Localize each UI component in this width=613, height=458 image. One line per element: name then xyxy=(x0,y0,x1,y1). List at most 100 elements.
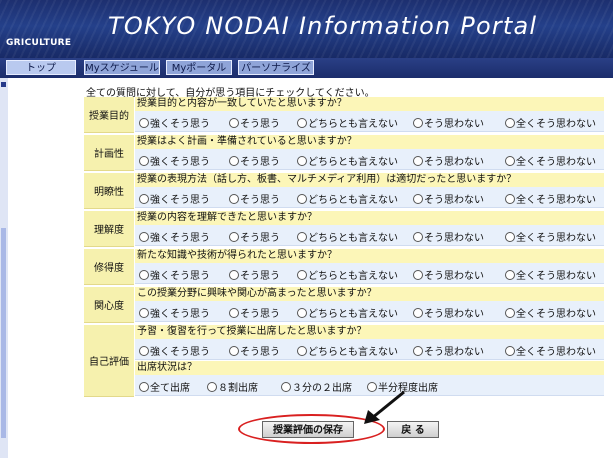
radio-icon[interactable] xyxy=(229,155,239,166)
radio-icon[interactable] xyxy=(281,381,291,392)
radio-icon[interactable] xyxy=(229,269,239,280)
radio-icon[interactable] xyxy=(505,307,515,318)
radio-icon[interactable] xyxy=(413,193,423,204)
radio-icon[interactable] xyxy=(139,381,149,392)
radio-option[interactable]: ３分の２出席 xyxy=(281,379,352,394)
radio-option[interactable]: どちらとも言えない xyxy=(297,267,398,282)
radio-option[interactable]: 全て出席 xyxy=(139,379,190,394)
radio-option[interactable]: どちらとも言えない xyxy=(297,305,398,320)
radio-option[interactable]: ８割出席 xyxy=(207,379,258,394)
scrollbar[interactable] xyxy=(1,228,6,438)
radio-option[interactable]: そう思う xyxy=(229,305,280,320)
radio-icon[interactable] xyxy=(229,117,239,128)
radio-icon[interactable] xyxy=(139,231,149,242)
radio-icon[interactable] xyxy=(229,231,239,242)
radio-icon[interactable] xyxy=(297,117,307,128)
radio-icon[interactable] xyxy=(229,193,239,204)
banner-left-text: GRICULTURE xyxy=(6,38,72,48)
answer-options: 強くそう思う そう思う どちらとも言えない そう思わない 全くそう思わない xyxy=(135,339,604,360)
radio-icon[interactable] xyxy=(139,307,149,318)
radio-option[interactable]: そう思う xyxy=(229,115,280,130)
radio-option[interactable]: そう思わない xyxy=(413,153,484,168)
radio-icon[interactable] xyxy=(297,155,307,166)
radio-option[interactable]: どちらとも言えない xyxy=(297,229,398,244)
radio-icon[interactable] xyxy=(297,307,307,318)
radio-icon[interactable] xyxy=(297,269,307,280)
answer-options: 強くそう思う そう思う どちらとも言えない そう思わない 全くそう思わない xyxy=(135,263,604,284)
sidebar-marker-icon xyxy=(1,82,6,87)
radio-option[interactable]: 全くそう思わない xyxy=(505,115,596,130)
radio-option[interactable]: そう思う xyxy=(229,229,280,244)
radio-icon[interactable] xyxy=(505,345,515,356)
radio-icon[interactable] xyxy=(229,307,239,318)
pointer-arrow-icon xyxy=(364,390,405,424)
radio-icon[interactable] xyxy=(139,155,149,166)
radio-option[interactable]: 強くそう思う xyxy=(139,267,210,282)
radio-option[interactable]: 全くそう思わない xyxy=(505,153,596,168)
attendance-question-text: 出席状況は？ xyxy=(135,361,604,375)
radio-icon[interactable] xyxy=(139,269,149,280)
radio-option[interactable]: そう思わない xyxy=(413,191,484,206)
header-banner: GRICULTURE TOKYO NODAI Information Porta… xyxy=(0,0,613,58)
radio-option[interactable]: 全くそう思わない xyxy=(505,191,596,206)
radio-icon[interactable] xyxy=(505,231,515,242)
question-text: 授業の表現方法（話し方、板書、マルチメディア利用）は適切だったと思いますか？ xyxy=(135,173,604,187)
question-text: 授業はよく計画・準備されていると思いますか？ xyxy=(135,135,604,149)
radio-icon[interactable] xyxy=(413,117,423,128)
radio-option[interactable]: 強くそう思う xyxy=(139,153,210,168)
radio-icon[interactable] xyxy=(413,155,423,166)
radio-option[interactable]: 強くそう思う xyxy=(139,191,210,206)
question-label: 修得度 xyxy=(84,249,134,285)
radio-option[interactable]: どちらとも言えない xyxy=(297,191,398,206)
question-label: 自己評価 xyxy=(84,325,134,397)
radio-icon[interactable] xyxy=(297,231,307,242)
answer-options: 強くそう思う そう思う どちらとも言えない そう思わない 全くそう思わない xyxy=(135,111,604,132)
radio-option[interactable]: 全くそう思わない xyxy=(505,305,596,320)
tab-my-portal[interactable]: Myポータル xyxy=(166,60,232,75)
radio-icon[interactable] xyxy=(207,381,217,392)
radio-icon[interactable] xyxy=(413,345,423,356)
radio-option[interactable]: どちらとも言えない xyxy=(297,343,398,358)
radio-option[interactable]: そう思う xyxy=(229,191,280,206)
tab-top[interactable]: トップ xyxy=(6,60,76,75)
radio-icon[interactable] xyxy=(139,345,149,356)
radio-option[interactable]: そう思う xyxy=(229,343,280,358)
tab-my-schedule[interactable]: Myスケジュール xyxy=(84,60,160,75)
radio-icon[interactable] xyxy=(505,193,515,204)
radio-option[interactable]: そう思わない xyxy=(413,115,484,130)
radio-option[interactable]: 強くそう思う xyxy=(139,343,210,358)
radio-option[interactable]: そう思わない xyxy=(413,267,484,282)
radio-option[interactable]: そう思う xyxy=(229,153,280,168)
question-text: 新たな知識や技術が得られたと思いますか？ xyxy=(135,249,604,263)
radio-option[interactable]: 全くそう思わない xyxy=(505,267,596,282)
radio-icon[interactable] xyxy=(505,155,515,166)
question-label: 明瞭性 xyxy=(84,173,134,209)
radio-icon[interactable] xyxy=(297,193,307,204)
radio-option[interactable]: 全くそう思わない xyxy=(505,229,596,244)
radio-option[interactable]: 全くそう思わない xyxy=(505,343,596,358)
radio-option[interactable]: そう思わない xyxy=(413,305,484,320)
radio-option[interactable]: どちらとも言えない xyxy=(297,153,398,168)
radio-option[interactable]: どちらとも言えない xyxy=(297,115,398,130)
question-label: 授業目的 xyxy=(84,97,134,133)
question-label: 計画性 xyxy=(84,135,134,171)
radio-icon[interactable] xyxy=(413,269,423,280)
answer-options: 強くそう思う そう思う どちらとも言えない そう思わない 全くそう思わない xyxy=(135,187,604,208)
radio-icon[interactable] xyxy=(413,307,423,318)
radio-option[interactable]: そう思う xyxy=(229,267,280,282)
question-text: 授業の内容を理解できたと思いますか？ xyxy=(135,211,604,225)
tab-personalize[interactable]: パーソナライズ xyxy=(238,60,314,75)
radio-icon[interactable] xyxy=(229,345,239,356)
radio-option[interactable]: そう思わない xyxy=(413,343,484,358)
radio-option[interactable]: そう思わない xyxy=(413,229,484,244)
radio-icon[interactable] xyxy=(505,117,515,128)
radio-option[interactable]: 強くそう思う xyxy=(139,115,210,130)
radio-icon[interactable] xyxy=(139,117,149,128)
radio-icon[interactable] xyxy=(139,193,149,204)
question-label: 理解度 xyxy=(84,211,134,247)
radio-icon[interactable] xyxy=(505,269,515,280)
radio-icon[interactable] xyxy=(297,345,307,356)
radio-option[interactable]: 強くそう思う xyxy=(139,305,210,320)
radio-option[interactable]: 強くそう思う xyxy=(139,229,210,244)
radio-icon[interactable] xyxy=(413,231,423,242)
